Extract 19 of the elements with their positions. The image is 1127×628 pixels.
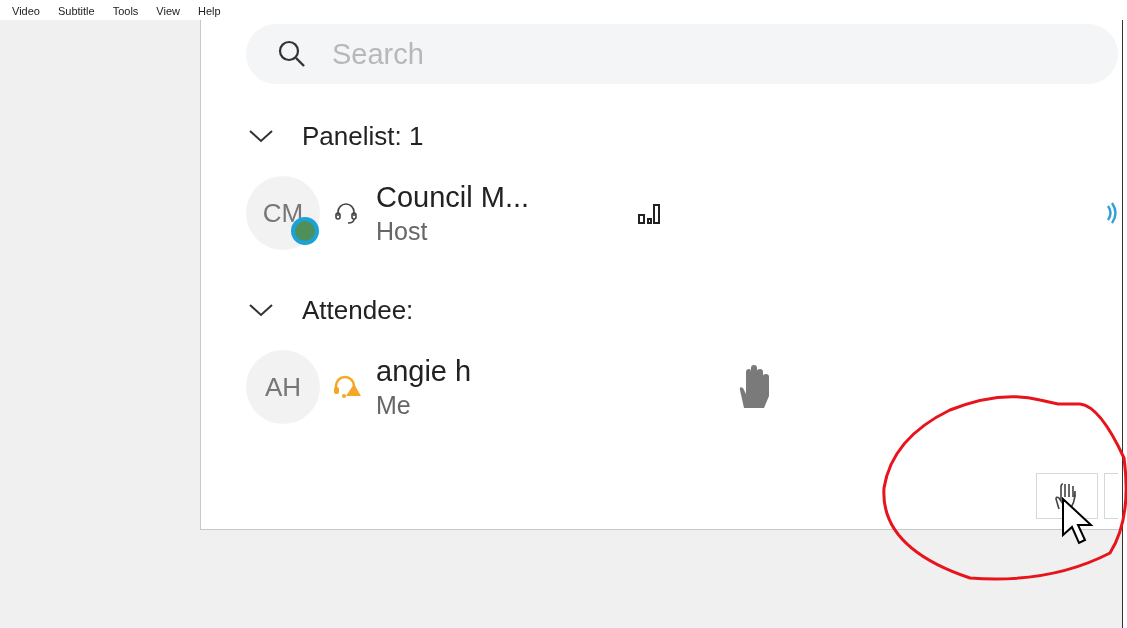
avatar: AH: [246, 350, 320, 424]
menu-item[interactable]: Help: [198, 6, 221, 17]
menu-item[interactable]: View: [156, 6, 180, 17]
participant-name: angie h: [376, 354, 473, 390]
menu-item[interactable]: Tools: [112, 6, 139, 17]
participant-row[interactable]: CM Council M... Host: [246, 168, 1118, 258]
group-label: Attendee:: [302, 293, 414, 327]
group-label: Panelist: 1: [302, 119, 424, 153]
chevron-icon[interactable]: [248, 302, 274, 318]
raise-hand-button[interactable]: [1036, 473, 1098, 519]
menu-item[interactable]: Video: [12, 6, 40, 17]
participant-role: Host: [376, 215, 429, 247]
headset-icon: [332, 374, 362, 400]
search-field[interactable]: Search: [246, 24, 1118, 84]
participant-role: Me: [376, 389, 412, 421]
menu-item[interactable]: Subtitle: [57, 6, 95, 17]
participant-row[interactable]: AH angie h Me: [246, 342, 1118, 432]
chevron-icon[interactable]: [248, 128, 274, 144]
participant-name: Council M...: [376, 180, 531, 216]
